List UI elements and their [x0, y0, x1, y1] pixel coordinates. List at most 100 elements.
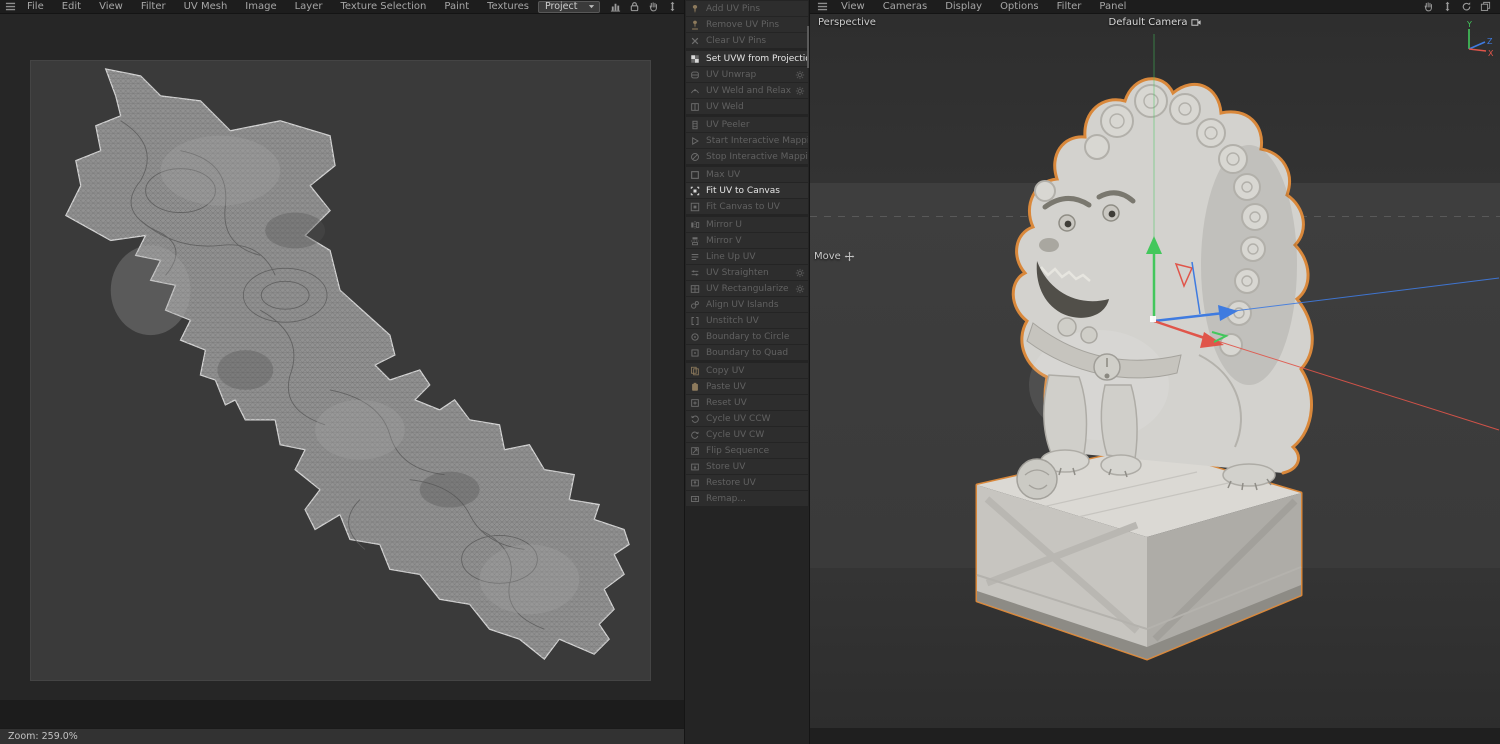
menu-item-edit[interactable]: Edit: [53, 1, 90, 12]
vp-menu-item-display[interactable]: Display: [936, 1, 991, 12]
uv-item-mirror-u[interactable]: Mirror U: [686, 217, 808, 232]
pan-vertical-icon[interactable]: [1440, 0, 1455, 13]
maximize-icon[interactable]: [1478, 0, 1493, 13]
menu-item-file[interactable]: File: [18, 1, 53, 12]
settings-gear-icon[interactable]: [795, 268, 805, 278]
uv-item-line-up-uv[interactable]: Line Up UV: [686, 249, 808, 264]
menu-icon[interactable]: [5, 0, 16, 13]
uv-item-label: UV Unwrap: [706, 70, 756, 80]
menu-item-layer[interactable]: Layer: [286, 1, 332, 12]
uv-item-label: Mirror U: [706, 220, 742, 230]
uv-item-label: Set UVW from Projection: [706, 54, 808, 64]
stop-icon: [690, 152, 703, 162]
hand-icon[interactable]: [1421, 0, 1436, 13]
axis-x-label: X: [1488, 49, 1494, 58]
settings-gear-icon[interactable]: [795, 70, 805, 80]
uv-item-label: Copy UV: [706, 366, 744, 376]
vp-menu-item-cameras[interactable]: Cameras: [874, 1, 936, 12]
viewport-canvas[interactable]: Perspective Default Camera Move Y Z X: [810, 14, 1500, 728]
uv-item-set-uvw-from-projection[interactable]: Set UVW from Projection: [686, 51, 808, 66]
settings-gear-icon[interactable]: [795, 86, 805, 96]
uv-item-copy-uv[interactable]: Copy UV: [686, 363, 808, 378]
uv-item-label: Line Up UV: [706, 252, 756, 262]
uv-editor-section: FileEditViewFilterUV MeshImageLayerTextu…: [0, 0, 684, 744]
uv-texture-canvas[interactable]: [30, 60, 651, 681]
uv-item-uv-weld-and-relax[interactable]: UV Weld and Relax: [686, 83, 808, 98]
uv-item-paste-uv[interactable]: Paste UV: [686, 379, 808, 394]
uv-item-label: Paste UV: [706, 382, 746, 392]
tool-label-text: Move: [814, 251, 841, 262]
uv-item-label: Clear UV Pins: [706, 36, 766, 46]
max-uv-icon: [690, 170, 703, 180]
camera-label[interactable]: Default Camera: [1109, 17, 1202, 28]
uv-canvas-area[interactable]: [0, 14, 684, 700]
vp-menu-item-filter[interactable]: Filter: [1048, 1, 1091, 12]
uv-item-label: UV Rectangularize: [706, 284, 789, 294]
uv-item-clear-uv-pins[interactable]: Clear UV Pins: [686, 33, 808, 48]
uv-item-label: Add UV Pins: [706, 4, 760, 14]
axis-y-label: Y: [1466, 20, 1472, 29]
uv-item-stop-interactive-mapping[interactable]: Stop Interactive Mapping: [686, 149, 808, 164]
uv-item-unstitch-uv[interactable]: Unstitch UV: [686, 313, 808, 328]
uv-item-restore-uv[interactable]: Restore UV: [686, 475, 808, 490]
uv-item-label: Remap...: [706, 494, 746, 504]
uv-item-label: UV Straighten: [706, 268, 769, 278]
left-bottom-strip: [0, 700, 684, 728]
uv-command-panel: Add UV Pins Remove UV Pins Clear UV Pins Se…: [684, 0, 810, 744]
guardian-lion-statue[interactable]: [949, 55, 1329, 665]
axis-orientation-gizmo[interactable]: Y Z X: [1461, 19, 1495, 59]
menu-icon[interactable]: [815, 0, 830, 13]
panel-scrollbar[interactable]: [807, 26, 809, 68]
pan-vertical-icon[interactable]: [665, 0, 680, 13]
uv-item-fit-uv-to-canvas[interactable]: Fit UV to Canvas: [686, 183, 808, 198]
uv-item-store-uv[interactable]: Store UV: [686, 459, 808, 474]
uv-item-start-interactive-mapping[interactable]: Start Interactive Mapping: [686, 133, 808, 148]
uv-item-remove-uv-pins[interactable]: Remove UV Pins: [686, 17, 808, 32]
menu-item-paint[interactable]: Paint: [435, 1, 478, 12]
play-icon: [690, 136, 703, 146]
uv-item-uv-peeler[interactable]: UV Peeler: [686, 117, 808, 132]
uv-item-remap[interactable]: Remap...: [686, 491, 808, 506]
menu-item-filter[interactable]: Filter: [132, 1, 175, 12]
uv-item-uv-unwrap[interactable]: UV Unwrap: [686, 67, 808, 82]
uv-item-max-uv[interactable]: Max UV: [686, 167, 808, 182]
settings-gear-icon[interactable]: [795, 284, 805, 294]
copy-icon: [690, 366, 703, 376]
project-dropdown[interactable]: Project: [538, 1, 600, 13]
histogram-icon[interactable]: [608, 0, 623, 13]
uv-item-mirror-v[interactable]: Mirror V: [686, 233, 808, 248]
uv-item-label: Reset UV: [706, 398, 747, 408]
menu-item-uv-mesh[interactable]: UV Mesh: [175, 1, 237, 12]
menu-item-image[interactable]: Image: [236, 1, 285, 12]
uv-item-flip-sequence[interactable]: Flip Sequence: [686, 443, 808, 458]
uv-item-fit-canvas-to-uv[interactable]: Fit Canvas to UV: [686, 199, 808, 214]
uv-item-uv-rectangularize[interactable]: UV Rectangularize: [686, 281, 808, 296]
uv-item-uv-straighten[interactable]: UV Straighten: [686, 265, 808, 280]
uv-item-boundary-to-quad[interactable]: Boundary to Quad: [686, 345, 808, 360]
uv-item-uv-weld[interactable]: UV Weld: [686, 99, 808, 114]
uv-command-list: Add UV Pins Remove UV Pins Clear UV Pins Se…: [686, 1, 808, 509]
menu-item-texture-selection[interactable]: Texture Selection: [332, 1, 436, 12]
menu-item-textures[interactable]: Textures: [478, 1, 538, 12]
chevron-down-icon: [587, 2, 596, 11]
uv-item-reset-uv[interactable]: Reset UV: [686, 395, 808, 410]
vp-menu-item-options[interactable]: Options: [991, 1, 1048, 12]
vp-menu-item-panel[interactable]: Panel: [1090, 1, 1135, 12]
uv-item-label: Restore UV: [706, 478, 756, 488]
rotate-icon[interactable]: [1459, 0, 1474, 13]
uv-item-cycle-uv-cw[interactable]: Cycle UV CW: [686, 427, 808, 442]
uv-item-align-uv-islands[interactable]: Align UV Islands: [686, 297, 808, 312]
vp-menu-item-view[interactable]: View: [832, 1, 874, 12]
hand-icon[interactable]: [646, 0, 661, 13]
uv-item-boundary-to-circle[interactable]: Boundary to Circle: [686, 329, 808, 344]
uv-item-cycle-uv-ccw[interactable]: Cycle UV CCW: [686, 411, 808, 426]
menu-item-view[interactable]: View: [90, 1, 132, 12]
uv-item-label: Fit UV to Canvas: [706, 186, 780, 196]
uv-item-label: Cycle UV CW: [706, 430, 764, 440]
projection-label[interactable]: Perspective: [818, 17, 876, 28]
uv-item-label: Stop Interactive Mapping: [706, 152, 808, 162]
uv-item-add-uv-pins[interactable]: Add UV Pins: [686, 1, 808, 16]
lock-icon[interactable]: [627, 0, 642, 13]
uv-item-label: Mirror V: [706, 236, 742, 246]
uv-mesh-island[interactable]: [31, 61, 650, 680]
